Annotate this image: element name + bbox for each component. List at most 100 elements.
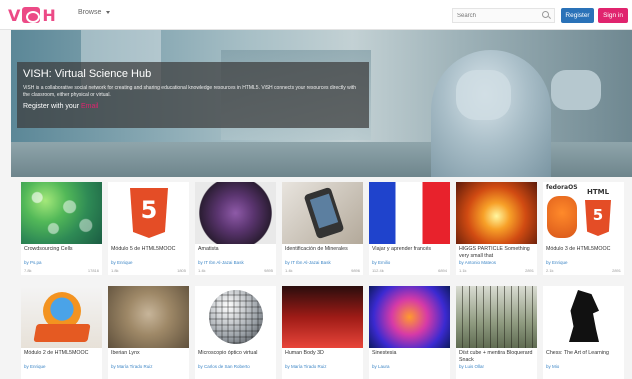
resource-card[interactable]: Sinestesia by Laura <box>369 286 450 379</box>
resource-thumbnail <box>456 182 537 244</box>
views-count: 112.4k <box>372 268 384 273</box>
views-count: 1.1k <box>459 268 467 273</box>
resource-stats: 1.4k 9896 <box>285 268 360 273</box>
resource-author[interactable]: by IT Ibn Al-Jazai Bask <box>195 260 276 265</box>
hero-cta-email-link[interactable]: Email <box>81 103 99 110</box>
resource-thumbnail <box>21 286 102 348</box>
views-count: 1.4k <box>285 268 293 273</box>
views-count: 1.4k <box>198 268 206 273</box>
logo-circle-icon <box>22 7 41 23</box>
resource-author[interactable]: by Luis Ollar <box>456 364 537 369</box>
search-icon[interactable] <box>542 11 549 18</box>
resource-stats: 7.8k 17816 <box>24 268 99 273</box>
resource-thumbnail <box>195 286 276 348</box>
resource-thumbnail <box>456 286 537 348</box>
resource-card[interactable]: Identificación de Minerales by IT Ibn Al… <box>282 182 363 275</box>
resource-title: Identificación de Minerales <box>285 246 348 252</box>
browse-label: Browse <box>78 9 102 16</box>
resource-title: Sinestesia <box>372 350 397 356</box>
resource-thumbnail <box>282 286 363 348</box>
resource-author[interactable]: by Ps.pa <box>21 260 102 265</box>
resource-card[interactable]: Módulo 2 de HTML5MOOC by Enrique <box>21 286 102 379</box>
resource-card[interactable]: Viajar y aprender francés by Emilio 112.… <box>369 182 450 275</box>
hero-textbox: VISH: Virtual Science Hub ViSH is a coll… <box>17 62 369 128</box>
resource-card[interactable]: 5 Módulo 5 de HTML5MOOC by Enrique 1.8k 1… <box>108 182 189 275</box>
resource-stats: 2.1k 2891 <box>546 268 621 273</box>
register-button[interactable]: Register <box>561 8 594 23</box>
logo-letter-h: H <box>42 5 56 25</box>
resource-card[interactable]: Chess: The Art of Learning by Mio <box>543 286 624 379</box>
resource-author[interactable]: by Emilio <box>369 260 450 265</box>
hero-description: ViSH is a collaborative social network f… <box>23 85 357 98</box>
resource-thumbnail <box>543 286 624 348</box>
resource-title: Viajar y aprender francés <box>372 246 432 252</box>
resource-thumbnail <box>369 182 450 244</box>
html5-number: 5 <box>140 196 158 224</box>
resource-author[interactable]: by Antonio Mateos <box>456 260 537 265</box>
resource-card[interactable]: Human Body 3D by María Tirado Ruiz <box>282 286 363 379</box>
likes-count: 2891 <box>525 268 534 273</box>
search-input[interactable] <box>452 8 555 23</box>
resource-card[interactable]: fedoraOS HTML 5 Módulo 3 de HTML5MOOC by E… <box>543 182 624 275</box>
views-count: 2.1k <box>546 268 554 273</box>
resource-title: Dïst cube + mentira Bloquerard Snack <box>459 350 533 363</box>
resource-thumbnail <box>369 286 450 348</box>
hero-scientist-face <box>456 70 511 120</box>
hero-scientist-hand <box>551 70 601 110</box>
hero-cta-text: Register with your <box>23 103 80 110</box>
firefox-icon <box>547 196 577 238</box>
resource-thumbnail: fedoraOS HTML 5 <box>543 182 624 244</box>
hero-cta: Register with your Email <box>23 103 363 110</box>
resource-thumbnail <box>282 182 363 244</box>
resource-thumbnail <box>195 182 276 244</box>
html-label: HTML <box>587 188 610 196</box>
sphere-image <box>209 290 263 344</box>
resource-title: Módulo 2 de HTML5MOOC <box>24 350 89 356</box>
resource-title: Módulo 3 de HTML5MOOC <box>546 246 611 252</box>
resource-thumbnail <box>108 286 189 348</box>
chevron-down-icon <box>106 11 111 14</box>
resource-thumbnail <box>21 182 102 244</box>
resource-thumbnail: 5 <box>108 182 189 244</box>
resource-title: Módulo 5 de HTML5MOOC <box>111 246 176 252</box>
resource-card[interactable]: Iberian Lynx by María Tirado Ruiz <box>108 286 189 379</box>
resource-card[interactable]: Dïst cube + mentira Bloquerard Snack by … <box>456 286 537 379</box>
resource-author[interactable]: by Enrique <box>21 364 102 369</box>
resource-author[interactable]: by Laura <box>369 364 450 369</box>
resource-author[interactable]: by Carlos de San Roberto <box>195 364 276 369</box>
likes-count: 9896 <box>351 268 360 273</box>
browse-dropdown[interactable]: Browse <box>78 9 111 16</box>
likes-count: 1805 <box>177 268 186 273</box>
resource-title: Amatista <box>198 246 219 252</box>
resource-title: Microscopio óptico virtual <box>198 350 258 356</box>
resource-author[interactable]: by Enrique <box>108 260 189 265</box>
chess-knight-icon <box>569 290 599 342</box>
resource-card[interactable]: Microscopio óptico virtual by Carlos de … <box>195 286 276 379</box>
vish-logo[interactable]: V H <box>8 5 56 25</box>
views-count: 1.8k <box>111 268 119 273</box>
hero-title: VISH: Virtual Science Hub <box>23 68 152 80</box>
likes-count: 9895 <box>264 268 273 273</box>
resource-author[interactable]: by Enrique <box>543 260 624 265</box>
resource-author[interactable]: by Mio <box>543 364 624 369</box>
fedora-label: fedoraOS <box>546 184 578 191</box>
top-navbar: V H Browse Register Sign in <box>0 0 632 30</box>
resource-title: Crowdsourcing Cells <box>24 246 73 252</box>
resource-title: HIGGS PARTICLE Something very small that <box>459 246 530 259</box>
hero-banner: VISH: Virtual Science Hub ViSH is a coll… <box>11 30 632 177</box>
resource-author[interactable]: by María Tirado Ruiz <box>108 364 189 369</box>
resource-author[interactable]: by IT Ibn Al-Jazai Bask <box>282 260 363 265</box>
likes-count: 17816 <box>87 268 99 273</box>
resource-author[interactable]: by María Tirado Ruiz <box>282 364 363 369</box>
signin-button[interactable]: Sign in <box>598 8 628 23</box>
resource-card[interactable]: HIGGS PARTICLE Something very small that… <box>456 182 537 275</box>
likes-count: 6894 <box>438 268 447 273</box>
logo-letter-v: V <box>8 5 21 25</box>
resource-title: Human Body 3D <box>285 350 324 356</box>
resource-title: Iberian Lynx <box>111 350 140 356</box>
views-count: 7.8k <box>24 268 32 273</box>
resource-card[interactable]: Crowdsourcing Cells by Ps.pa 7.8k 17816 <box>21 182 102 275</box>
resource-card[interactable]: Amatista by IT Ibn Al-Jazai Bask 1.4k 989… <box>195 182 276 275</box>
resource-stats: 112.4k 6894 <box>372 268 447 273</box>
resource-title: Chess: The Art of Learning <box>546 350 609 356</box>
